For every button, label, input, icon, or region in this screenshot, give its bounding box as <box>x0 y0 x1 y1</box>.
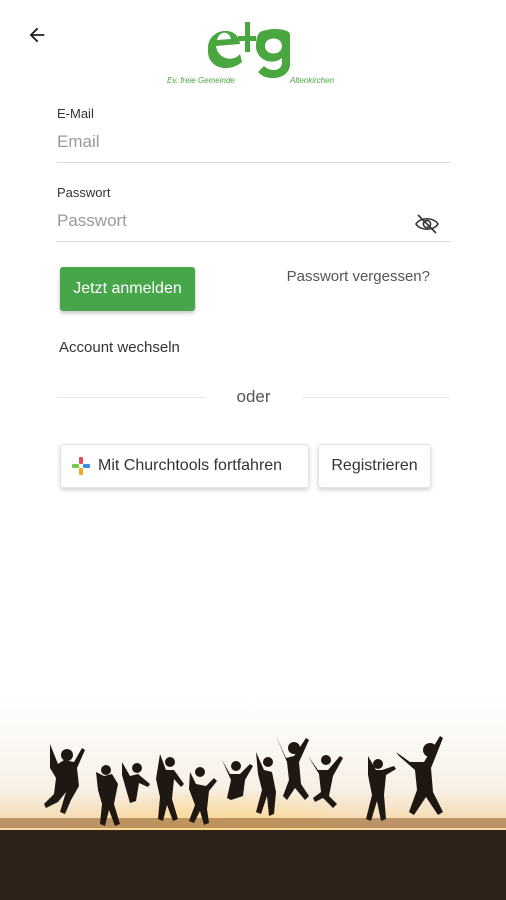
logo-subtitle-right: Altenkirchen <box>290 76 335 85</box>
password-input[interactable] <box>57 205 450 242</box>
arrow-left-icon <box>29 27 45 43</box>
forgot-password-link[interactable]: Passwort vergessen? <box>287 268 430 285</box>
back-button[interactable] <box>22 20 52 50</box>
logo-mark <box>207 22 290 79</box>
login-screen: Ev. freie Gemeinde Altenkirchen E-Mail P… <box>0 0 506 900</box>
divider-line-right <box>302 397 450 398</box>
logo-subtitle-left: Ev. freie Gemeinde <box>167 76 235 85</box>
churchtools-login-button[interactable]: Mit Churchtools fortfahren <box>60 444 309 488</box>
churchtools-button-label: Mit Churchtools fortfahren <box>98 457 283 474</box>
register-button-label: Registrieren <box>331 457 418 474</box>
login-button[interactable]: Jetzt anmelden <box>60 267 195 311</box>
email-field-group: E-Mail <box>57 106 450 163</box>
churchtools-icon <box>72 457 90 475</box>
divider: oder <box>57 387 450 407</box>
password-field-group: Passwort <box>57 185 450 242</box>
logo: Ev. freie Gemeinde Altenkirchen <box>160 10 350 90</box>
register-button[interactable]: Registrieren <box>318 444 431 488</box>
eye-off-icon <box>415 214 439 234</box>
switch-account-link[interactable]: Account wechseln <box>59 339 180 356</box>
email-label: E-Mail <box>57 106 94 121</box>
email-input[interactable] <box>57 126 450 163</box>
toggle-password-visibility-button[interactable] <box>414 213 440 235</box>
password-label: Passwort <box>57 185 111 200</box>
jumping-people-photo <box>0 700 506 900</box>
